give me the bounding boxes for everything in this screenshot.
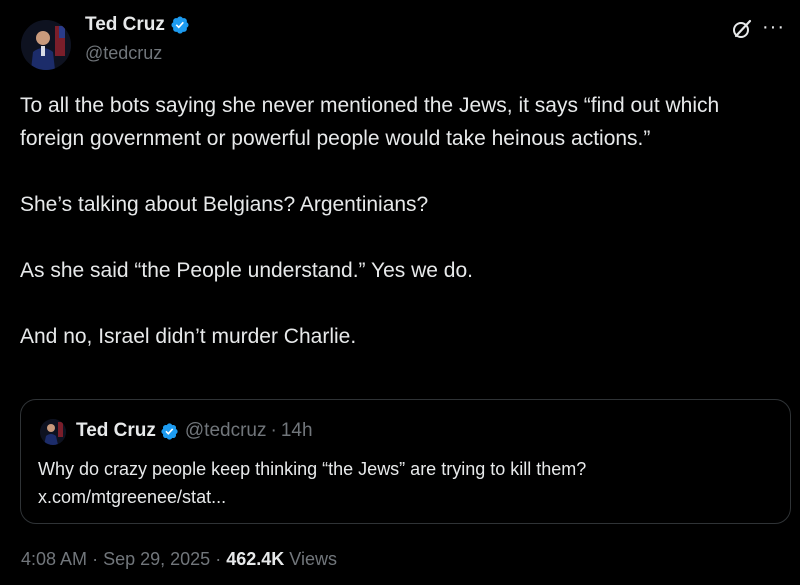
separator-dot: · <box>215 549 222 569</box>
verified-badge-icon <box>161 422 178 440</box>
post-paragraph: She’s talking about Belgians? Argentinia… <box>20 193 429 216</box>
post-paragraph: And no, Israel didn’t murder Charlie. <box>20 325 357 348</box>
separator-dot: · <box>92 549 99 569</box>
verified-badge-icon <box>171 16 189 34</box>
quoted-post-card[interactable]: Ted Cruz @tedcruz · 14h Why do crazy peo… <box>20 399 791 524</box>
avatar-image <box>21 20 71 70</box>
grok-icon[interactable] <box>730 17 754 41</box>
quoted-author-name[interactable]: Ted Cruz <box>76 420 156 442</box>
views-count[interactable]: 462.4K <box>226 549 284 569</box>
author-name[interactable]: Ted Cruz <box>85 14 165 36</box>
author-name-row[interactable]: Ted Cruz <box>85 14 190 36</box>
post-paragraph: As she said “the People understand.” Yes… <box>20 259 473 282</box>
quoted-post-text: Why do crazy people keep thinking “the J… <box>38 455 778 511</box>
more-icon[interactable]: ··· <box>762 15 785 39</box>
author-handle[interactable]: @tedcruz <box>85 43 162 64</box>
quoted-author-avatar[interactable] <box>40 419 66 445</box>
author-avatar[interactable] <box>21 20 71 70</box>
quoted-avatar-image <box>40 419 66 445</box>
quoted-post-time[interactable]: 14h <box>281 420 313 442</box>
post-meta: 4:08 AM · Sep 29, 2025 · 462.4K Views <box>21 549 337 570</box>
quoted-post-link: x.com/mtgreenee/stat... <box>38 487 227 507</box>
separator-dot: · <box>270 420 277 441</box>
post-text: To all the bots saying she never mention… <box>20 89 780 353</box>
quoted-post-body: Why do crazy people keep thinking “the J… <box>38 459 587 479</box>
views-label: Views <box>289 549 337 569</box>
post-paragraph: To all the bots saying she never mention… <box>20 94 720 150</box>
post-date[interactable]: Sep 29, 2025 <box>103 549 210 569</box>
quoted-post-header: Ted Cruz @tedcruz · 14h <box>76 420 313 442</box>
quoted-author-handle[interactable]: @tedcruz <box>185 420 267 442</box>
post-time[interactable]: 4:08 AM <box>21 549 87 569</box>
